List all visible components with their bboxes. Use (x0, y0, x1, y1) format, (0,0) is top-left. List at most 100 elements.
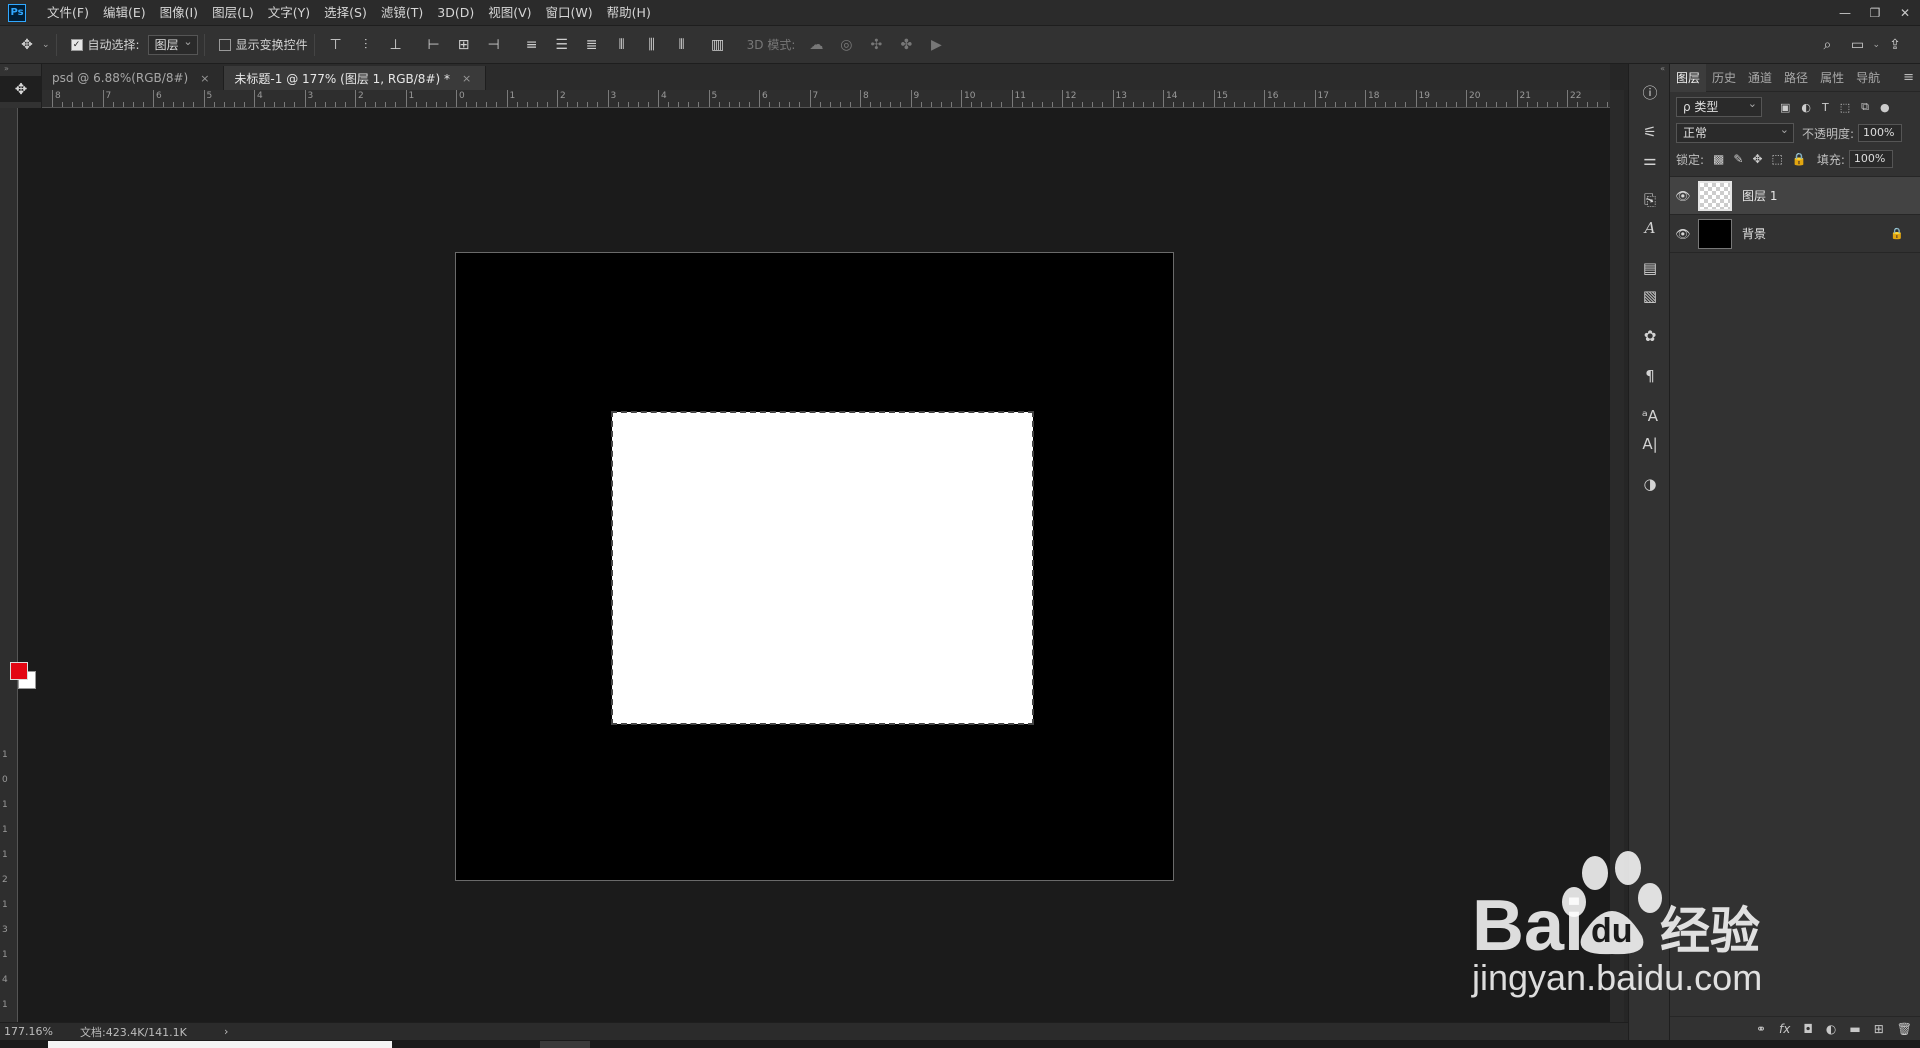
fill-input[interactable]: 100% (1848, 150, 1893, 168)
filter-toggle-icon[interactable]: ● (1880, 101, 1890, 114)
workspace-icon[interactable]: ▭ (1848, 36, 1866, 54)
distribute-bottom-icon[interactable]: ≣ (583, 36, 601, 54)
move-tool-icon[interactable]: ✥ (18, 36, 36, 54)
menu-view[interactable]: 视图(V) (481, 0, 538, 26)
distribute-right-icon[interactable]: ⫴ (673, 36, 691, 54)
close-window-button[interactable]: ✕ (1890, 0, 1920, 26)
auto-select-dropdown[interactable]: 图层 (147, 33, 198, 55)
auto-select-checkbox[interactable]: ✓ (70, 38, 83, 51)
layer-name[interactable]: 图层 1 (1742, 187, 1920, 204)
3d-roll-icon[interactable]: ◎ (837, 36, 855, 54)
tab-navigator[interactable]: 导航 (1850, 64, 1886, 92)
layer-row-background[interactable]: 👁 背景 🔒 (1670, 215, 1920, 253)
share-icon[interactable]: ⇪ (1886, 36, 1904, 54)
menu-3d[interactable]: 3D(D) (430, 0, 481, 26)
filter-kind-dropdown[interactable]: ρ 类型 (1676, 95, 1762, 117)
notes-icon[interactable]: ▧ (1629, 282, 1671, 310)
menu-file[interactable]: 文件(F) (40, 0, 96, 26)
distribute-top-icon[interactable]: ≡ (523, 36, 541, 54)
paragraph-icon[interactable]: ¶ (1629, 362, 1671, 390)
restore-button[interactable]: ❐ (1860, 0, 1890, 26)
auto-align-icon[interactable]: ▥ (709, 36, 727, 54)
show-transform-checkbox[interactable] (218, 38, 231, 51)
filter-type-icon[interactable]: T (1822, 101, 1829, 114)
lock-pixels-icon[interactable]: ✎ (1733, 152, 1743, 166)
move-tool[interactable]: ✥ (0, 76, 42, 102)
zoom-level[interactable]: 177.16% (0, 1025, 80, 1038)
styles-icon[interactable]: ◑ (1629, 470, 1671, 498)
new-layer-icon[interactable]: ⊞ (1874, 1022, 1884, 1036)
vertical-ruler[interactable]: 101112131415 (0, 108, 18, 1022)
libraries-icon[interactable]: ▤ (1629, 254, 1671, 282)
menu-help[interactable]: 帮助(H) (600, 0, 658, 26)
blend-mode-dropdown[interactable]: 正常 (1676, 121, 1794, 143)
new-group-icon[interactable]: ▬ (1849, 1022, 1860, 1036)
menu-edit[interactable]: 编辑(E) (96, 0, 153, 26)
lock-artboard-icon[interactable]: ⬚ (1772, 152, 1783, 166)
visibility-eye-icon[interactable]: 👁 (1670, 227, 1696, 241)
adjustments-icon[interactable]: ⚌ (1629, 146, 1671, 174)
filter-adjustment-icon[interactable]: ◐ (1801, 101, 1811, 114)
distribute-vcenter-icon[interactable]: ☰ (553, 36, 571, 54)
lock-icon[interactable]: 🔒 (1890, 227, 1904, 240)
tab-paths[interactable]: 路径 (1778, 64, 1814, 92)
info-panel-icon[interactable]: ⓘ (1629, 78, 1671, 106)
character-icon[interactable]: A| (1629, 430, 1671, 458)
3d-camera-icon[interactable]: ▶ (927, 36, 945, 54)
distribute-left-icon[interactable]: ⦀ (613, 36, 631, 54)
align-vcenter-icon[interactable]: ⫶ (357, 36, 375, 54)
clone-source-icon[interactable]: ⎘ (1629, 186, 1671, 214)
filter-pixel-icon[interactable]: ▣ (1780, 101, 1790, 114)
align-left-icon[interactable]: ⊢ (425, 36, 443, 54)
tab-history[interactable]: 历史 (1706, 64, 1742, 92)
lock-position-icon[interactable]: ✥ (1752, 152, 1762, 166)
tab-properties[interactable]: 属性 (1814, 64, 1850, 92)
align-top-icon[interactable]: ⊤ (327, 36, 345, 54)
brush-settings-icon[interactable]: ⚟ (1629, 118, 1671, 146)
panel-menu-icon[interactable]: ≡ (1903, 70, 1914, 85)
menu-select[interactable]: 选择(S) (317, 0, 374, 26)
workspace-chevron-icon[interactable]: ⌄ (1872, 40, 1880, 50)
filter-shape-icon[interactable]: ⬚ (1840, 101, 1850, 114)
toolbar-collapse-icon[interactable]: » (0, 64, 41, 76)
swatches-icon[interactable]: ✿ (1629, 322, 1671, 350)
link-layers-icon[interactable]: ⚭ (1756, 1022, 1766, 1036)
distribute-hcenter-icon[interactable]: ⫼ (643, 36, 661, 54)
filter-smart-object-icon[interactable]: ⧉ (1861, 100, 1869, 114)
tab-psd[interactable]: psd @ 6.88%(RGB/8#) × (42, 66, 225, 90)
align-bottom-icon[interactable]: ⊥ (387, 36, 405, 54)
glyphs-icon[interactable]: A (1629, 214, 1671, 242)
character-styles-icon[interactable]: ᵃA (1629, 402, 1671, 430)
fx-icon[interactable]: fx (1779, 1022, 1790, 1036)
opacity-input[interactable]: 100% (1858, 124, 1903, 142)
horizontal-ruler[interactable]: 8 7 6 5 4 3 2 1 0 1 2 3 4 5 6 7 8 9 10 11 12 13 14 15 16 17 18 19 20… (42, 90, 1610, 108)
add-mask-icon[interactable]: ◘ (1803, 1022, 1813, 1036)
tab-layers[interactable]: 图层 (1670, 63, 1707, 92)
white-rectangle-selection[interactable] (611, 411, 1034, 725)
menu-layer[interactable]: 图层(L) (205, 0, 261, 26)
visibility-eye-icon[interactable]: 👁 (1670, 189, 1696, 203)
minimize-button[interactable]: — (1830, 0, 1860, 26)
dock-collapse-icon[interactable]: « (1629, 64, 1669, 78)
delete-layer-icon[interactable]: 🗑 (1897, 1022, 1912, 1036)
3d-slide-icon[interactable]: ✤ (897, 36, 915, 54)
menu-type[interactable]: 文字(Y) (261, 0, 317, 26)
menu-filter[interactable]: 滤镜(T) (374, 0, 430, 26)
layer-name[interactable]: 背景 (1742, 225, 1890, 242)
close-icon[interactable]: × (462, 72, 471, 85)
align-hcenter-icon[interactable]: ⊞ (455, 36, 473, 54)
adjustment-layer-icon[interactable]: ◐ (1826, 1022, 1836, 1036)
search-icon[interactable]: ⌕ (1818, 36, 1836, 54)
align-right-icon[interactable]: ⊣ (485, 36, 503, 54)
tab-channels[interactable]: 通道 (1742, 64, 1778, 92)
lock-transparent-icon[interactable]: ▩ (1713, 152, 1724, 166)
status-menu-arrow[interactable]: › (224, 1025, 228, 1038)
tool-preset-chevron-icon[interactable]: ⌄ (42, 40, 50, 50)
tab-untitled[interactable]: 未标题-1 @ 177% (图层 1, RGB/8#) * × (224, 66, 487, 90)
lock-all-icon[interactable]: 🔒 (1792, 152, 1807, 166)
foreground-color-swatch[interactable] (10, 662, 28, 680)
3d-pan-icon[interactable]: ✣ (867, 36, 885, 54)
menu-window[interactable]: 窗口(W) (539, 0, 600, 26)
3d-orbit-icon[interactable]: ☁ (807, 36, 825, 54)
menu-image[interactable]: 图像(I) (153, 0, 205, 26)
